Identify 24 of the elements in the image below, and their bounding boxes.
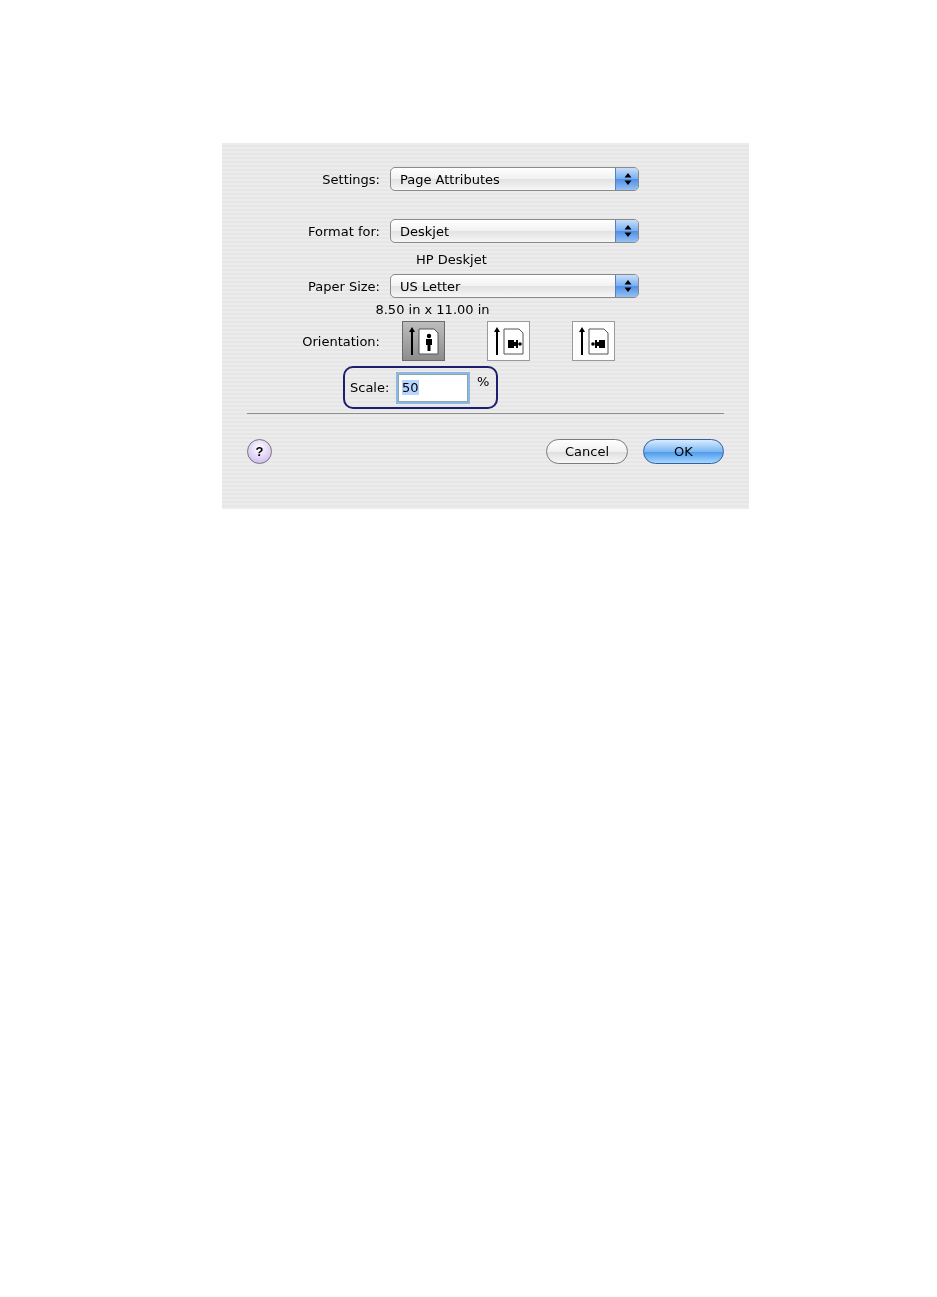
printer-name: HP Deskjet (415, 251, 488, 269)
field-label: Format for: (307, 223, 381, 239)
orientation-button[interactable] (572, 321, 615, 361)
stepper-arrows-icon (623, 224, 632, 238)
page-orientation-icon (407, 326, 440, 356)
page-orientation-icon (577, 326, 610, 356)
page-orientation-icon (492, 326, 525, 356)
field-label: Paper Size: (307, 278, 381, 294)
stepper-arrows-icon (623, 172, 632, 186)
settings-popup[interactable]: Page Attributes (390, 167, 639, 191)
scale-field[interactable]: 50 (398, 373, 468, 402)
orientation-button[interactable] (487, 321, 530, 361)
orientation-button[interactable] (402, 321, 445, 361)
help-button[interactable]: ? (247, 439, 272, 464)
cancel-button[interactable]: Cancel (546, 439, 628, 464)
field-label: Scale: (350, 380, 391, 395)
stepper-arrows-icon (623, 279, 632, 293)
format-for-popup[interactable]: Deskjet (390, 219, 639, 243)
paper-size-popup[interactable]: US Letter (390, 274, 639, 298)
paper-dimensions: 8.50 in x 11.00 in (374, 301, 491, 319)
ok-button[interactable]: OK (643, 439, 724, 464)
field-label: Settings: (321, 171, 381, 187)
field-label: Orientation: (301, 333, 381, 349)
unit-label: % (477, 374, 490, 389)
